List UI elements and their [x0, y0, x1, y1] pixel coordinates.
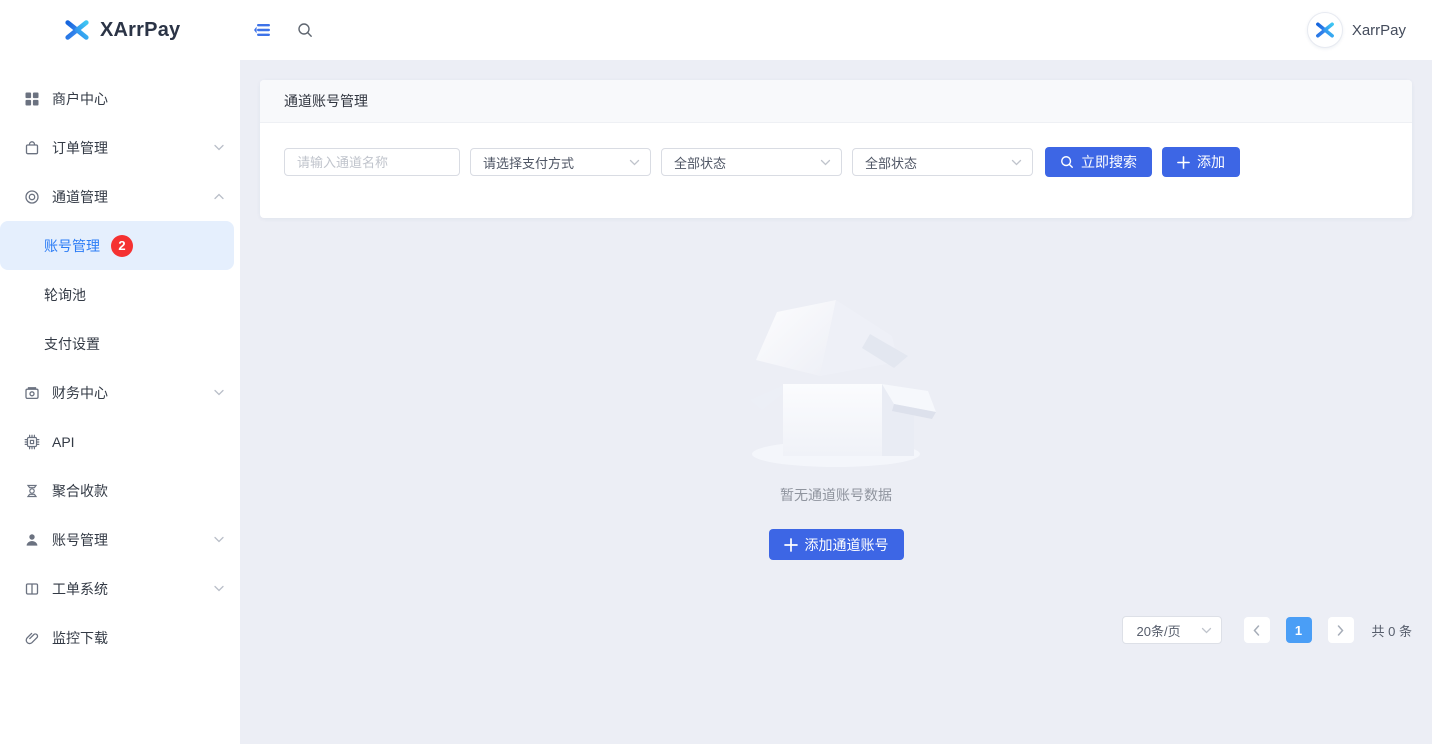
pay-method-select-value: 请选择支付方式: [483, 153, 574, 172]
prev-page-button[interactable]: [1244, 617, 1270, 643]
chip-icon: [24, 433, 41, 450]
target-icon: [24, 188, 41, 205]
status-select-1-value: 全部状态: [674, 153, 726, 172]
sidebar-item-label: 支付设置: [44, 337, 100, 351]
sidebar-item-label: 通道管理: [52, 190, 108, 204]
search-icon: [297, 22, 313, 38]
sidebar-item-polling-pool[interactable]: 轮询池: [0, 270, 240, 319]
chevron-down-icon: [214, 144, 224, 151]
add-button[interactable]: 添加: [1162, 147, 1240, 177]
filter-bar: 请选择支付方式 全部状态 全部状态: [260, 123, 1412, 218]
chevron-right-icon: [1337, 625, 1344, 636]
next-page-button[interactable]: [1328, 617, 1354, 643]
main-content: 通道账号管理 请选择支付方式 全部状态 全部状态: [240, 60, 1432, 744]
add-button-label: 添加: [1197, 152, 1225, 172]
chevron-up-icon: [214, 193, 224, 200]
sidebar-item-label: 账号管理: [44, 239, 100, 253]
plus-icon: [1177, 156, 1190, 169]
sidebar-item-account-management[interactable]: 账号管理: [0, 515, 240, 564]
sidebar-item-payment-settings[interactable]: 支付设置: [0, 319, 240, 368]
empty-add-channel-account-button[interactable]: 添加通道账号: [769, 529, 904, 560]
sidebar-item-monitor-download[interactable]: 监控下载: [0, 613, 240, 662]
empty-message: 暂无通道账号数据: [260, 485, 1412, 505]
card-header: 通道账号管理: [260, 80, 1412, 123]
sidebar: 商户中心 订单管理 通道管理: [0, 60, 240, 744]
sidebar-item-order-management[interactable]: 订单管理: [0, 123, 240, 172]
topbar: XArrPay: [0, 0, 1432, 60]
menu-fold-icon: [254, 23, 271, 37]
brand-logo[interactable]: XArrPay: [0, 17, 240, 43]
empty-state: 暂无通道账号数据 添加通道账号: [260, 294, 1412, 560]
global-search-button[interactable]: [291, 16, 319, 44]
chevron-down-icon: [1201, 627, 1212, 634]
page-title: 通道账号管理: [284, 93, 368, 109]
pay-method-select[interactable]: 请选择支付方式: [470, 148, 651, 176]
status-select-1[interactable]: 全部状态: [661, 148, 842, 176]
search-button-label: 立即搜索: [1081, 152, 1137, 172]
sidebar-item-account-management-channel[interactable]: 账号管理 2: [0, 221, 234, 270]
search-icon: [1060, 155, 1074, 169]
avatar: [1307, 12, 1343, 48]
sidebar-item-label: 订单管理: [52, 141, 108, 155]
plus-icon: [784, 538, 798, 552]
page-number-button[interactable]: 1: [1286, 617, 1312, 643]
chevron-down-icon: [629, 159, 640, 166]
sidebar-item-finance-center[interactable]: 财务中心: [0, 368, 240, 417]
chevron-left-icon: [1253, 625, 1260, 636]
user-name: XarrPay: [1352, 22, 1406, 39]
user-icon: [24, 531, 41, 548]
brand-title: XArrPay: [100, 19, 180, 42]
status-select-2[interactable]: 全部状态: [852, 148, 1033, 176]
collect-icon: [24, 482, 41, 499]
chevron-down-icon: [214, 536, 224, 543]
sidebar-item-ticket-system[interactable]: 工单系统: [0, 564, 240, 613]
sidebar-item-label: 商户中心: [52, 92, 108, 106]
notification-badge: 2: [111, 235, 133, 257]
sidebar-item-label: 财务中心: [52, 386, 108, 400]
sidebar-item-label: 轮询池: [44, 288, 86, 302]
sidebar-item-label: 工单系统: [52, 582, 108, 596]
sidebar-item-channel-management[interactable]: 通道管理: [0, 172, 240, 221]
wallet-icon: [24, 384, 41, 401]
chevron-down-icon: [214, 585, 224, 592]
sidebar-collapse-button[interactable]: [248, 17, 277, 43]
grid-icon: [24, 90, 41, 107]
status-select-2-value: 全部状态: [865, 153, 917, 172]
chevron-down-icon: [820, 159, 831, 166]
brand-logo-icon: [64, 17, 90, 43]
page-size-select[interactable]: 20条/页: [1122, 616, 1222, 644]
user-menu[interactable]: XarrPay: [1307, 12, 1432, 48]
page-size-value: 20条/页: [1137, 621, 1181, 640]
search-button[interactable]: 立即搜索: [1045, 147, 1152, 177]
channel-name-input[interactable]: [284, 148, 460, 176]
sidebar-item-label: 账号管理: [52, 533, 108, 547]
total-count-label: 共 0 条: [1372, 621, 1412, 640]
book-icon: [24, 580, 41, 597]
sidebar-item-label: 聚合收款: [52, 484, 108, 498]
empty-add-button-label: 添加通道账号: [805, 535, 889, 555]
empty-box-illustration: [720, 294, 952, 472]
bag-icon: [24, 139, 41, 156]
sidebar-item-label: 监控下载: [52, 631, 108, 645]
link-icon: [24, 629, 41, 646]
sidebar-item-aggregate-collection[interactable]: 聚合收款: [0, 466, 240, 515]
chevron-down-icon: [214, 389, 224, 396]
pagination: 20条/页 1 共 0 条: [260, 616, 1412, 644]
sidebar-item-merchant-center[interactable]: 商户中心: [0, 74, 240, 123]
channel-account-card: 通道账号管理 请选择支付方式 全部状态 全部状态: [260, 80, 1412, 218]
app-root: XArrPay: [0, 0, 1432, 744]
sidebar-item-label: API: [52, 435, 75, 449]
chevron-down-icon: [1011, 159, 1022, 166]
sidebar-item-api[interactable]: API: [0, 417, 240, 466]
